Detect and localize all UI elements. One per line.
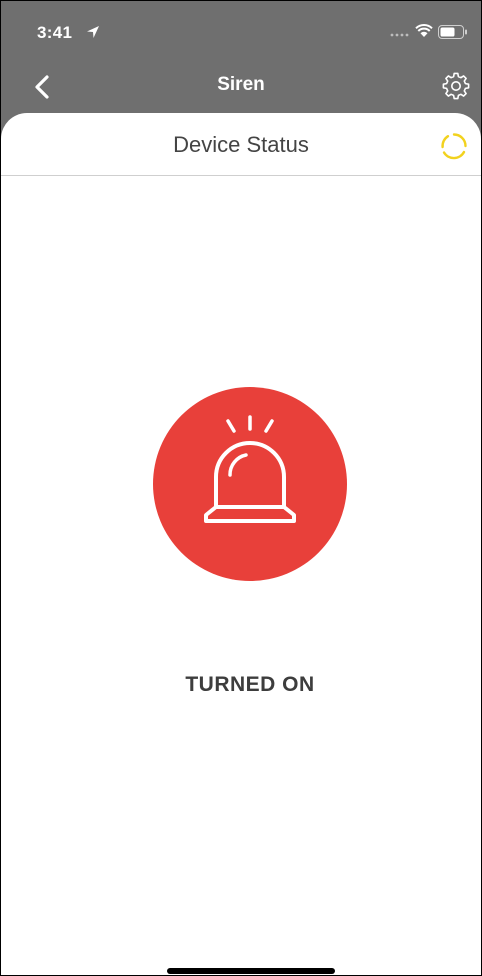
nav-title: Siren <box>217 74 265 95</box>
status-bar: 3:41 <box>1 1 481 63</box>
device-status-label: TURNED ON <box>185 673 315 696</box>
wifi-icon <box>415 24 433 37</box>
status-time: 3:41 <box>37 23 73 42</box>
sheet-header: Device Status <box>1 113 481 176</box>
location-arrow-icon <box>87 26 99 38</box>
refresh-spinner-icon <box>441 133 467 160</box>
siren-status-indicator <box>153 387 347 581</box>
signal-dots-icon <box>390 33 409 37</box>
sheet-title: Device Status <box>173 132 309 157</box>
battery-icon <box>438 25 467 39</box>
device-status-sheet: Device Status TURNED ON <box>1 113 481 975</box>
phone-screen: 3:41 Siren Device Status TURNED ON <box>0 0 482 976</box>
back-button[interactable] <box>27 71 59 103</box>
home-indicator[interactable] <box>167 968 335 974</box>
navigation-bar: Siren <box>1 63 481 113</box>
gear-icon <box>442 72 470 100</box>
chevron-left-icon <box>35 75 49 99</box>
siren-icon <box>204 415 296 523</box>
settings-button[interactable] <box>441 71 471 101</box>
refresh-button[interactable] <box>439 131 469 161</box>
